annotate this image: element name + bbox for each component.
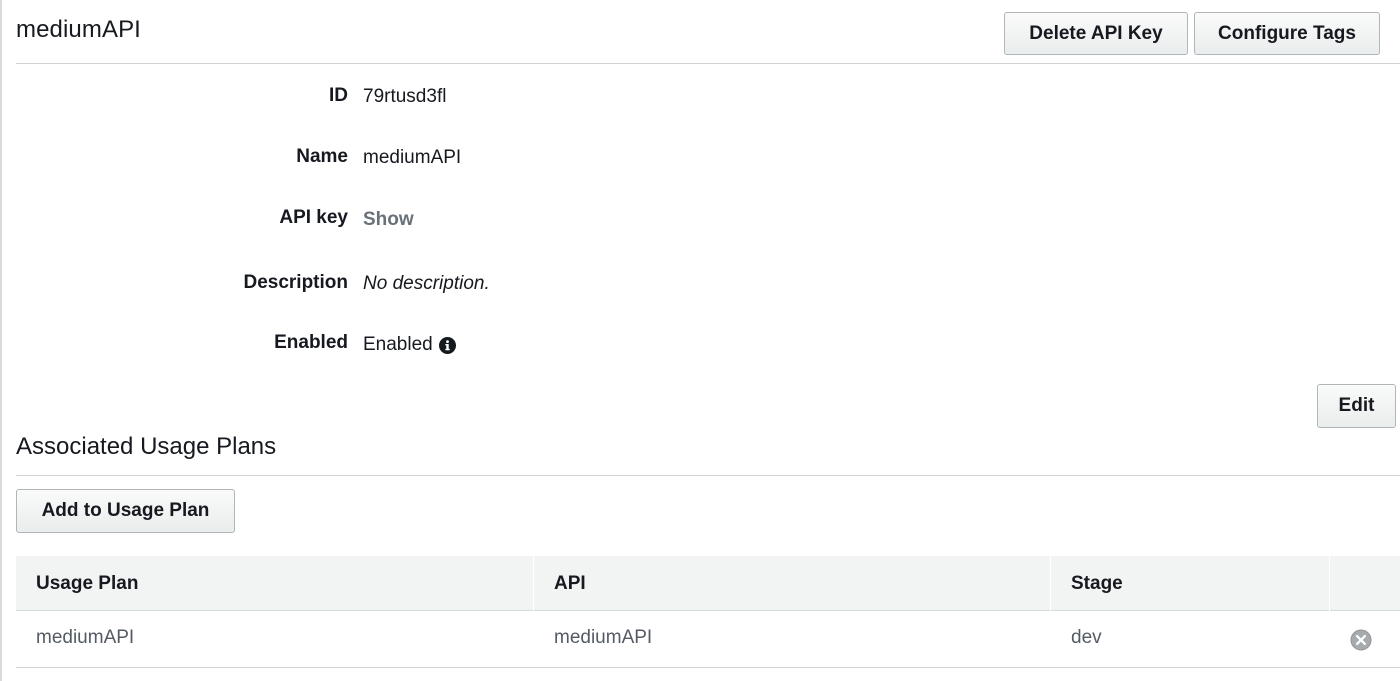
table-header: Usage Plan API Stage bbox=[16, 556, 1400, 611]
edit-button[interactable]: Edit bbox=[1317, 384, 1396, 428]
section-divider bbox=[16, 475, 1400, 476]
column-header-actions bbox=[1330, 556, 1400, 611]
page-header: mediumAPI bbox=[16, 0, 1400, 64]
enabled-label: Enabled bbox=[274, 332, 348, 353]
detail-row-api-key: API key Show bbox=[0, 203, 1400, 233]
cell-usage-plan: mediumAPI bbox=[36, 627, 135, 648]
description-value: No description. bbox=[363, 273, 490, 294]
add-to-usage-plan-button[interactable]: Add to Usage Plan bbox=[16, 489, 235, 533]
description-label: Description bbox=[243, 272, 348, 293]
usage-plans-title: Associated Usage Plans bbox=[16, 433, 277, 460]
info-icon[interactable] bbox=[438, 336, 456, 354]
cell-actions bbox=[1350, 612, 1390, 668]
delete-api-key-button[interactable]: Delete API Key bbox=[1004, 12, 1188, 55]
column-header-api[interactable]: API bbox=[534, 556, 1051, 611]
cell-api: mediumAPI bbox=[554, 627, 653, 648]
table-row: mediumAPI mediumAPI dev bbox=[16, 612, 1400, 668]
remove-icon[interactable] bbox=[1350, 629, 1372, 651]
detail-row-id: ID 79rtusd3fl bbox=[0, 81, 1400, 111]
id-value: 79rtusd3fl bbox=[363, 86, 447, 107]
detail-row-description: Description No description. bbox=[0, 268, 1400, 298]
enabled-value: Enabled bbox=[363, 334, 433, 355]
name-value: mediumAPI bbox=[363, 147, 462, 168]
api-key-detail-page: mediumAPI Delete API Key Configure Tags … bbox=[0, 0, 1400, 681]
configure-tags-button[interactable]: Configure Tags bbox=[1194, 12, 1380, 55]
cell-stage: dev bbox=[1071, 627, 1102, 648]
id-label: ID bbox=[329, 85, 348, 106]
api-key-value: Show bbox=[363, 209, 414, 231]
detail-row-enabled: Enabled Enabled bbox=[0, 328, 1400, 358]
column-header-usage-plan[interactable]: Usage Plan bbox=[16, 556, 534, 611]
api-key-label: API key bbox=[279, 207, 348, 228]
name-label: Name bbox=[296, 146, 348, 167]
column-header-stage[interactable]: Stage bbox=[1051, 556, 1330, 611]
enabled-value-group: Enabled bbox=[363, 334, 456, 356]
page-title: mediumAPI bbox=[16, 16, 141, 43]
show-api-key-link[interactable]: Show bbox=[363, 209, 414, 231]
detail-row-name: Name mediumAPI bbox=[0, 142, 1400, 172]
